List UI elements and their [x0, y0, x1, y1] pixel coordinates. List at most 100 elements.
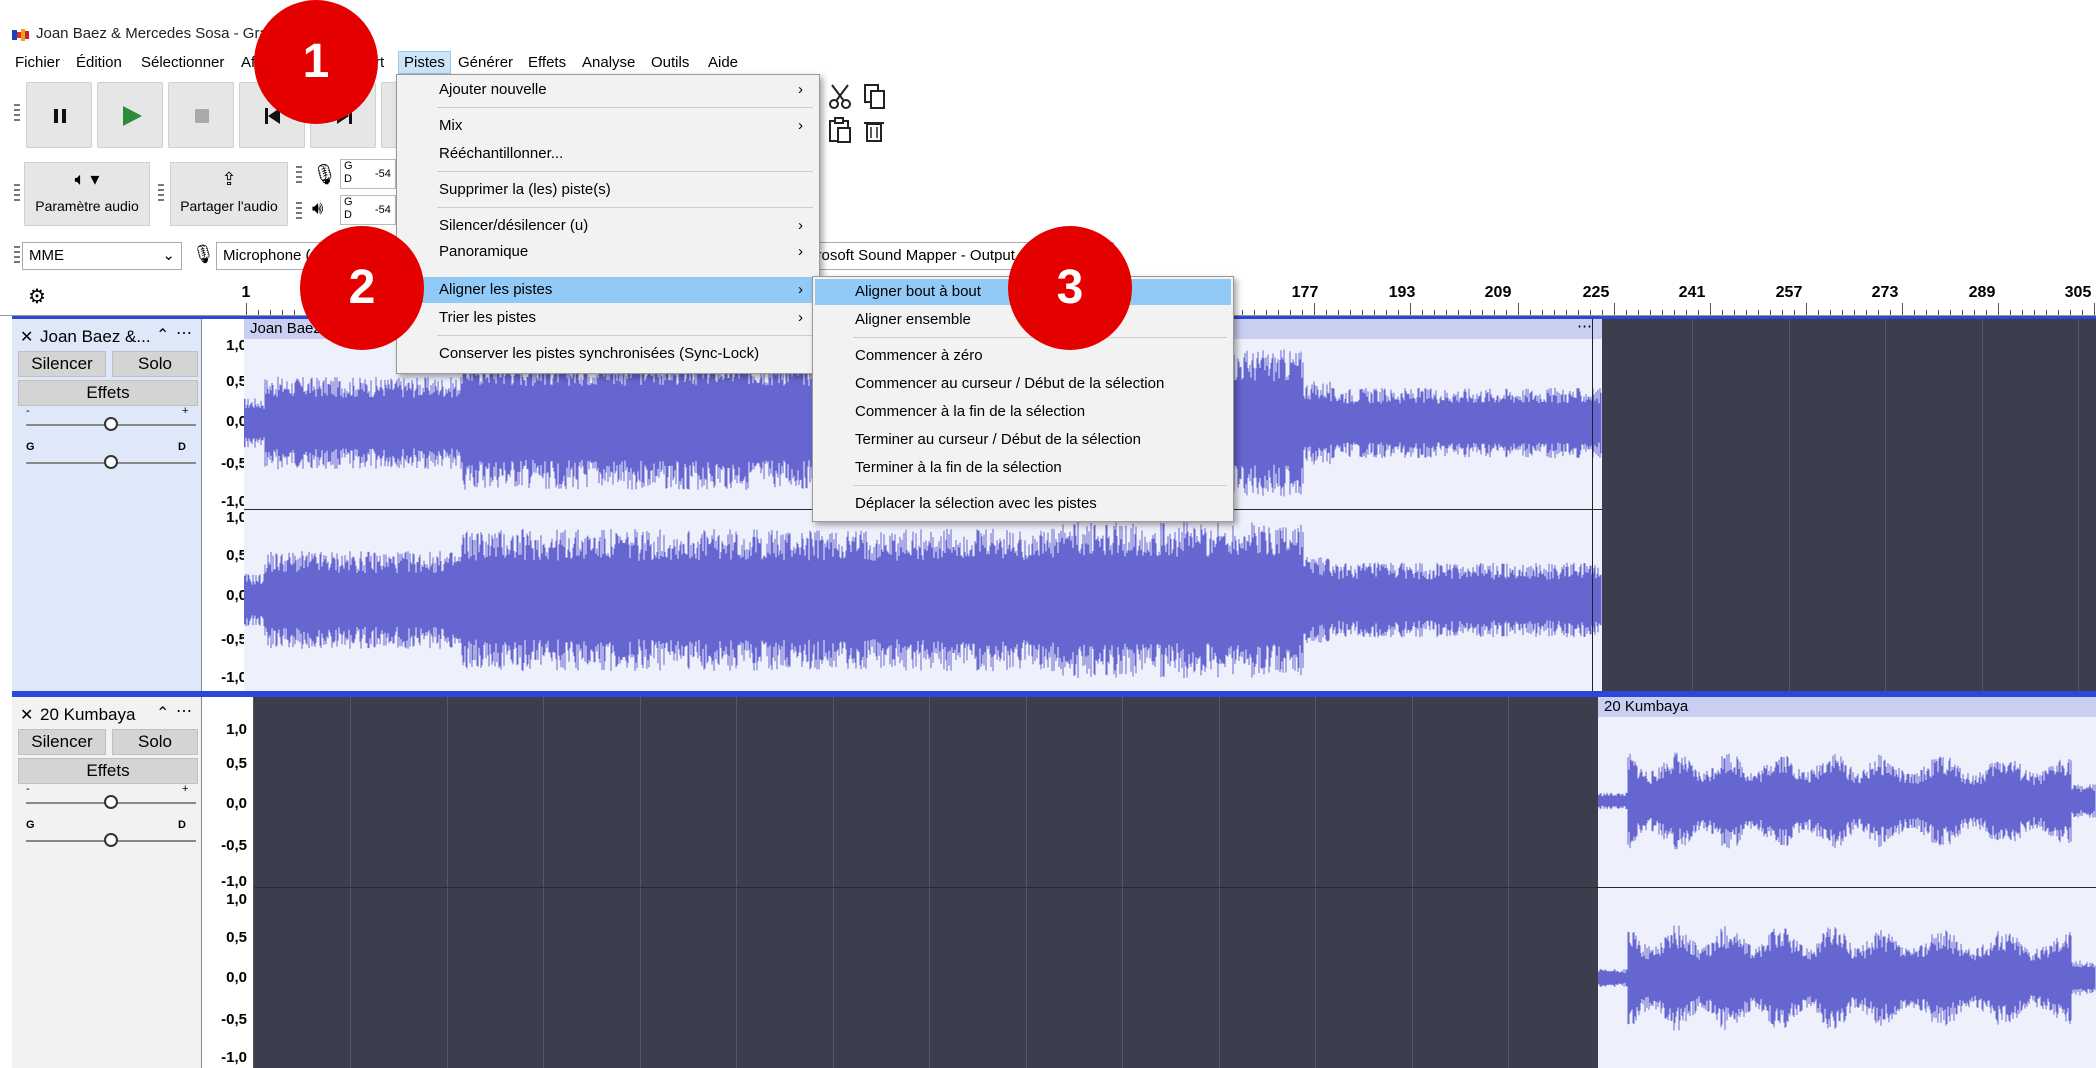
close-icon[interactable]: ✕	[20, 327, 33, 347]
menu-item-reechantillonner[interactable]: Rééchantillonner...	[399, 141, 817, 167]
ruler-tick	[1566, 310, 1567, 315]
grid-line	[1692, 319, 1693, 691]
pan-slider[interactable]	[26, 833, 196, 847]
gain-slider-knob[interactable]	[104, 795, 118, 809]
menu-item-commencer-curseur[interactable]: Commencer au curseur / Début de la sélec…	[815, 371, 1231, 397]
menu-aide[interactable]: Aide	[703, 52, 743, 73]
pause-button[interactable]	[26, 82, 92, 148]
grid-line	[447, 697, 448, 1068]
menu-item-ajouter-nouvelle[interactable]: Ajouter nouvelle ›	[399, 77, 817, 103]
toolbar-grip[interactable]	[296, 202, 302, 222]
grid-line	[1315, 697, 1316, 1068]
mute-button[interactable]: Silencer	[18, 351, 106, 377]
gain-slider[interactable]	[26, 795, 196, 809]
copy-button[interactable]	[860, 82, 890, 116]
menu-item-panoramique[interactable]: Panoramique ›	[399, 239, 817, 265]
close-icon[interactable]: ✕	[20, 705, 33, 725]
more-icon[interactable]: ⋯	[1577, 319, 1592, 337]
track-name[interactable]: 20 Kumbaya	[40, 705, 135, 725]
menu-item-commencer-fin-selection[interactable]: Commencer à la fin de la sélection	[815, 399, 1231, 425]
ruler-tick	[2082, 310, 2083, 315]
gear-icon[interactable]: ⚙︎	[28, 284, 46, 309]
scale-label: -1,0	[221, 1049, 247, 1066]
grid-line	[1412, 697, 1413, 1068]
ruler-label: 241	[1678, 284, 1706, 301]
menu-item-terminer-fin-selection[interactable]: Terminer à la fin de la sélection	[815, 455, 1231, 481]
app-icon	[12, 28, 34, 41]
paste-button[interactable]	[826, 116, 856, 150]
pan-slider-knob[interactable]	[104, 455, 118, 469]
toolbar-grip[interactable]	[14, 184, 20, 204]
solo-button[interactable]: Solo	[112, 351, 198, 377]
ruler-tick	[1662, 310, 1663, 315]
chevron-up-icon[interactable]: ⌃	[156, 703, 169, 723]
chevron-up-icon[interactable]: ⌃	[156, 325, 169, 345]
menu-generer[interactable]: Générer	[453, 52, 518, 73]
menu-selectionner[interactable]: Sélectionner	[136, 52, 229, 73]
audio-setup-button[interactable]: 🔈︎ ▾ Paramètre audio	[24, 162, 150, 226]
pan-slider[interactable]	[26, 455, 196, 469]
gain-slider-knob[interactable]	[104, 417, 118, 431]
recording-meter[interactable]: GD -54	[340, 159, 396, 189]
grid-line	[1508, 697, 1509, 1068]
speaker-icon[interactable]: 🔊︎	[312, 198, 323, 219]
menu-item-label: Trier les pistes	[439, 309, 536, 326]
play-button[interactable]	[97, 82, 163, 148]
mute-button[interactable]: Silencer	[18, 729, 106, 755]
effects-button[interactable]: Effets	[18, 758, 198, 784]
menu-item-deplacer-selection[interactable]: Déplacer la sélection avec les pistes	[815, 491, 1231, 517]
menu-item-silencer[interactable]: Silencer/désilencer (u) ›	[399, 213, 817, 239]
track-control-panel[interactable]: ✕ Joan Baez &... ⌃ ⋯ Silencer Solo Effet…	[12, 319, 202, 691]
channel-divider	[1598, 887, 2096, 888]
ruler-tick	[1242, 310, 1243, 315]
ruler-label: 177	[1291, 284, 1319, 301]
menu-item-trier-pistes[interactable]: Trier les pistes ›	[399, 305, 817, 331]
more-icon[interactable]: ⋯	[176, 701, 192, 721]
toolbar-grip[interactable]	[296, 166, 302, 186]
toolbar-grip[interactable]	[14, 246, 20, 266]
menu-item-mix[interactable]: Mix ›	[399, 113, 817, 139]
audio-clip[interactable]: 20 Kumbaya	[1598, 697, 2096, 1068]
delete-button[interactable]	[860, 116, 890, 150]
menu-edition[interactable]: Édition	[71, 52, 127, 73]
pan-left-label: G	[26, 441, 35, 453]
track-name[interactable]: Joan Baez &...	[40, 327, 151, 347]
effects-button[interactable]: Effets	[18, 380, 198, 406]
ruler-tick	[294, 310, 295, 315]
menu-item-commencer-zero[interactable]: Commencer à zéro	[815, 343, 1231, 369]
menu-item-sync-lock[interactable]: Conserver les pistes synchronisées (Sync…	[399, 341, 817, 367]
grid-line	[543, 697, 544, 1068]
chevron-right-icon: ›	[798, 217, 803, 234]
toolbar-grip[interactable]	[158, 184, 164, 204]
menu-analyse[interactable]: Analyse	[577, 52, 640, 73]
cut-button[interactable]	[826, 82, 856, 116]
stop-button[interactable]	[168, 82, 234, 148]
menu-item-label: Panoramique	[439, 243, 529, 260]
menu-outils[interactable]: Outils	[646, 52, 694, 73]
menu-fichier[interactable]: Fichier	[10, 52, 65, 73]
toolbar-grip[interactable]	[14, 104, 20, 124]
ruler-tick	[1590, 310, 1591, 315]
track-control-panel[interactable]: ✕ 20 Kumbaya ⌃ ⋯ Silencer Solo Effets - …	[12, 697, 202, 1068]
pan-slider-knob[interactable]	[104, 833, 118, 847]
playback-device-value: crosoft Sound Mapper - Output	[809, 247, 1015, 264]
grid-line	[929, 697, 930, 1068]
ruler-tick	[1638, 310, 1639, 315]
menu-item-aligner-pistes[interactable]: Aligner les pistes ›	[399, 277, 817, 303]
clip-header[interactable]: 20 Kumbaya	[1598, 697, 2096, 717]
scale-label: 0,5	[226, 755, 247, 772]
solo-button[interactable]: Solo	[112, 729, 198, 755]
share-audio-button[interactable]: ⇪ Partager l'audio	[170, 162, 288, 226]
menu-item-supprimer-pistes[interactable]: Supprimer la (les) piste(s)	[399, 177, 817, 203]
gain-slider[interactable]	[26, 417, 196, 431]
ruler-label: 273	[1871, 284, 1899, 301]
playback-meter[interactable]: GD -54	[340, 195, 396, 225]
microphone-icon[interactable]: 🎙︎	[312, 162, 337, 187]
menu-effets[interactable]: Effets	[523, 52, 571, 73]
menu-item-terminer-curseur[interactable]: Terminer au curseur / Début de la sélect…	[815, 427, 1231, 453]
ruler-label: 305	[2064, 284, 2092, 301]
menu-pistes[interactable]: Pistes	[398, 51, 451, 74]
host-select[interactable]: MME ⌄	[22, 242, 182, 270]
more-icon[interactable]: ⋯	[176, 323, 192, 343]
ruler-tick	[2070, 310, 2071, 315]
